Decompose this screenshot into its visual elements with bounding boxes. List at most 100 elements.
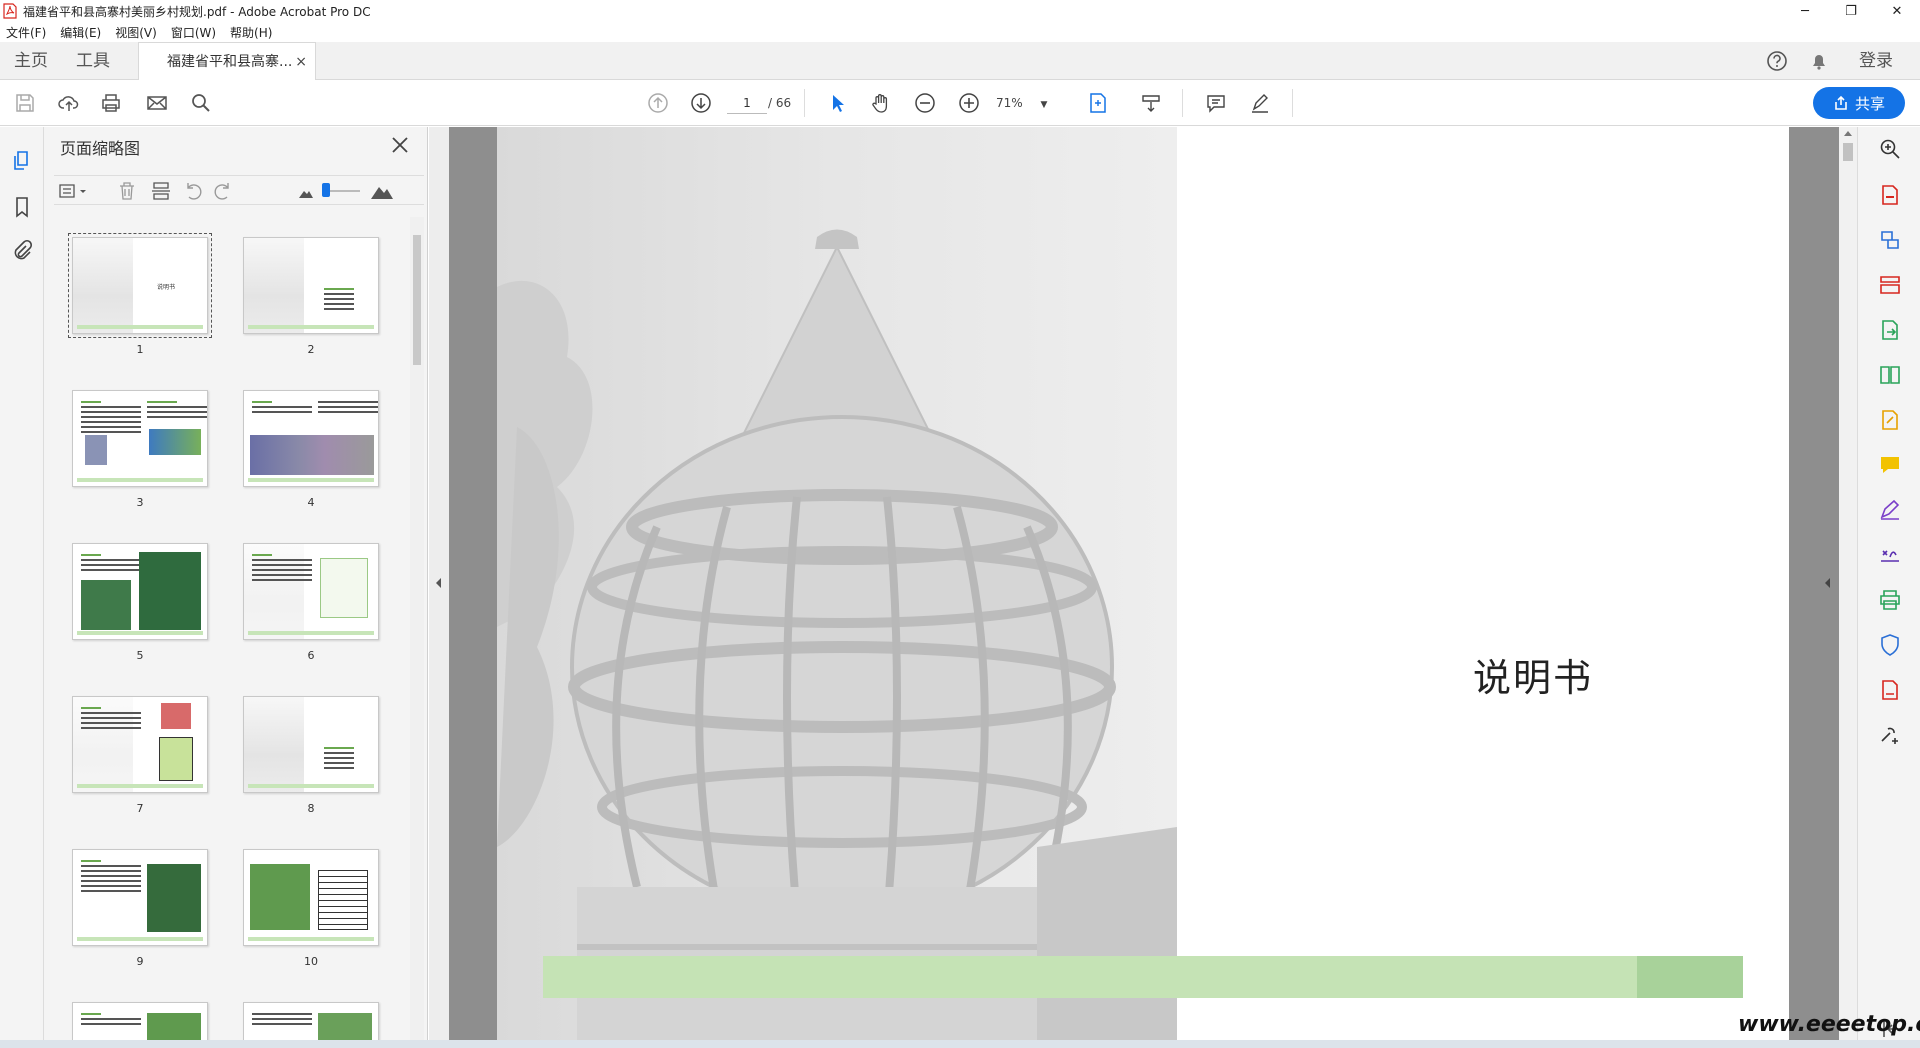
fill-sign-icon[interactable] — [1878, 408, 1902, 432]
fit-page-icon[interactable] — [1083, 88, 1113, 118]
bell-icon[interactable] — [1808, 42, 1830, 80]
login-button[interactable]: 登录 — [1859, 42, 1893, 80]
green-band — [77, 325, 203, 329]
rotate-left-icon[interactable] — [182, 180, 204, 202]
green-band — [77, 784, 203, 788]
close-tab-button[interactable]: × — [295, 43, 307, 81]
mail-icon[interactable] — [142, 88, 172, 118]
share-button[interactable]: 共享 — [1813, 87, 1905, 119]
print-icon[interactable] — [96, 88, 126, 118]
scroll-up-icon[interactable] — [1843, 129, 1853, 137]
minimize-button[interactable]: ─ — [1782, 0, 1828, 22]
more-tools-icon[interactable] — [1878, 723, 1902, 747]
sign-pen-icon[interactable] — [1878, 498, 1902, 522]
thumbnail-page-3[interactable] — [72, 390, 208, 487]
chart-image — [85, 435, 107, 465]
thumbnail-page-7[interactable] — [72, 696, 208, 793]
convert-pdf-icon[interactable] — [1878, 228, 1902, 252]
flow-diagram — [320, 558, 368, 618]
divider — [1292, 89, 1293, 117]
scrollbar-thumb[interactable] — [413, 235, 421, 365]
thumbnail-scrollbar[interactable] — [410, 217, 424, 1047]
zoom-out-icon[interactable] — [910, 88, 940, 118]
previous-page-icon[interactable] — [643, 88, 673, 118]
map-image — [139, 552, 201, 630]
upload-cloud-icon[interactable] — [54, 88, 84, 118]
green-band — [77, 937, 203, 941]
help-icon[interactable] — [1766, 42, 1788, 80]
green-band — [77, 478, 203, 482]
thumbnail-number: 6 — [307, 649, 315, 662]
scrollbar-thumb[interactable] — [1843, 143, 1853, 161]
menu-help[interactable]: 帮助(H) — [230, 24, 272, 41]
slider-handle[interactable] — [322, 183, 330, 197]
scroll-mode-icon[interactable] — [1136, 88, 1166, 118]
options-menu-icon[interactable] — [58, 181, 92, 201]
page-thumbnails-icon[interactable] — [10, 149, 34, 173]
next-page-icon[interactable] — [686, 88, 716, 118]
green-band — [248, 631, 374, 635]
thumbnail-page-2[interactable] — [243, 237, 379, 334]
export-pdf-icon[interactable] — [1878, 183, 1902, 207]
close-icon[interactable] — [388, 133, 412, 157]
document-title: 说明书 — [1473, 656, 1594, 700]
text-lines — [324, 288, 354, 313]
menu-window[interactable]: 窗口(W) — [171, 24, 216, 41]
zoom-search-icon[interactable] — [1878, 137, 1902, 161]
zoom-select[interactable]: 71% ▼ — [996, 92, 1062, 114]
rotate-right-icon[interactable] — [212, 180, 234, 202]
green-band — [248, 937, 374, 941]
acrobat-icon — [3, 3, 17, 19]
optimize-pdf-icon[interactable] — [1878, 678, 1902, 702]
comment-tool-icon[interactable] — [1878, 453, 1902, 477]
comment-icon[interactable] — [1201, 88, 1231, 118]
green-band — [543, 956, 1743, 998]
small-thumbnails-icon[interactable] — [298, 185, 314, 199]
organize-pages-icon[interactable] — [1878, 273, 1902, 297]
thumbnail-page-5[interactable] — [72, 543, 208, 640]
page-number-input[interactable]: 1 — [727, 92, 767, 114]
collapse-right-icon[interactable] — [1824, 577, 1832, 589]
tab-document[interactable]: 福建省平和县高寨... × — [138, 42, 316, 81]
highlight-pen-icon[interactable] — [1245, 88, 1275, 118]
thumbnail-page-1[interactable]: 说明书 — [68, 233, 212, 338]
export-file-icon[interactable] — [1878, 318, 1902, 342]
select-cursor-icon[interactable] — [823, 88, 853, 118]
request-signature-icon[interactable] — [1878, 543, 1902, 567]
menu-edit[interactable]: 编辑(E) — [60, 24, 101, 41]
attachment-icon[interactable] — [10, 239, 34, 263]
thumbnail-page-4[interactable] — [243, 390, 379, 487]
insert-pages-icon[interactable] — [150, 180, 172, 202]
thumbnail-page-10[interactable] — [243, 849, 379, 946]
bookmark-icon[interactable] — [10, 195, 34, 219]
text-lines — [81, 401, 141, 436]
large-thumbnails-icon[interactable] — [370, 180, 394, 200]
menu-file[interactable]: 文件(F) — [6, 24, 46, 41]
close-window-button[interactable]: ✕ — [1874, 0, 1920, 22]
hand-icon[interactable] — [866, 88, 896, 118]
page-thumbnails-panel: 页面缩略图 说明书 1 2 3 4 5 6 7 8 9 10 — [44, 127, 428, 1048]
page-total: / 66 — [768, 96, 792, 110]
save-icon[interactable] — [10, 88, 40, 118]
compare-files-icon[interactable] — [1878, 363, 1902, 387]
trash-icon[interactable] — [116, 180, 138, 202]
maximize-button[interactable]: ❐ — [1828, 0, 1874, 22]
panel-splitter[interactable] — [429, 127, 449, 1048]
thumbnail-page-8[interactable] — [243, 696, 379, 793]
zoom-in-icon[interactable] — [954, 88, 984, 118]
document-viewport[interactable]: 说明书 — [449, 127, 1839, 1048]
search-icon[interactable] — [186, 88, 216, 118]
menu-view[interactable]: 视图(V) — [115, 24, 157, 41]
print-production-icon[interactable] — [1878, 588, 1902, 612]
thumbnail-page-9[interactable] — [72, 849, 208, 946]
text-lines — [81, 707, 141, 732]
map-image — [147, 864, 201, 932]
tab-tools[interactable]: 工具 — [76, 42, 110, 80]
thumbnail-number: 4 — [307, 496, 315, 509]
collapse-left-icon[interactable] — [435, 577, 443, 589]
document-scrollbar[interactable] — [1839, 127, 1857, 1048]
protect-shield-icon[interactable] — [1878, 633, 1902, 657]
thumbnail-page-6[interactable] — [243, 543, 379, 640]
green-band — [77, 631, 203, 635]
tab-home[interactable]: 主页 — [14, 42, 48, 80]
